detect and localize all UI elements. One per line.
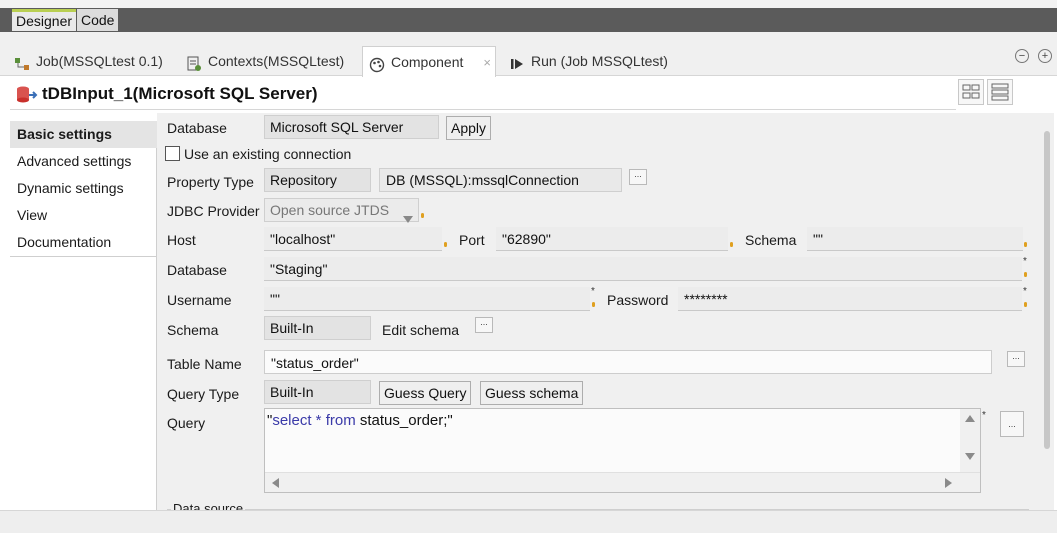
database-field[interactable]: "Staging" xyxy=(264,257,1022,281)
scroll-up-icon[interactable] xyxy=(965,415,975,422)
table-name-browse-button[interactable]: ... xyxy=(1007,351,1025,367)
required-marker: * xyxy=(982,410,986,421)
warning-marker-icon xyxy=(729,242,734,249)
tab-code[interactable]: Code xyxy=(77,9,119,31)
query-label: Query xyxy=(167,415,206,431)
warning-marker-icon xyxy=(591,302,596,309)
edit-schema-button[interactable]: ... xyxy=(475,317,493,333)
query-keyword-from: from xyxy=(325,412,356,429)
schema-label: Schema xyxy=(167,322,219,338)
query-edit-button[interactable]: ... xyxy=(1000,411,1024,437)
edit-schema-label: Edit schema xyxy=(382,322,460,338)
required-marker: * xyxy=(1023,256,1027,267)
repository-field[interactable]: DB (MSSQL):mssqlConnection xyxy=(379,168,622,192)
port-field[interactable]: "62890" xyxy=(496,227,728,251)
tab-run[interactable]: Run (Job MSSQLtest) xyxy=(503,46,674,76)
warning-marker-icon xyxy=(1023,302,1028,309)
data-source-group-label: Data source xyxy=(171,501,246,510)
menu-view[interactable]: View xyxy=(10,202,157,229)
palette-icon xyxy=(369,54,385,73)
basic-settings-form: Database Microsoft SQL Server Apply Use … xyxy=(157,113,1047,510)
table-name-label: Table Name xyxy=(167,356,242,372)
query-text: "select * from status_order;" xyxy=(267,412,453,429)
schema-db-field[interactable]: "" xyxy=(807,227,1023,251)
use-existing-connection-label: Use an existing connection xyxy=(184,146,352,162)
maximize-button[interactable]: + xyxy=(1038,49,1052,63)
schema-select[interactable]: Built-In xyxy=(264,316,371,340)
query-keyword-select: select xyxy=(272,412,312,429)
editor-tab-bar: Designer Code xyxy=(0,8,1057,32)
settings-vertical-scrollbar[interactable] xyxy=(1040,113,1054,510)
use-existing-connection-checkbox[interactable] xyxy=(165,146,180,161)
chevron-down-icon xyxy=(403,207,413,229)
status-bar xyxy=(0,510,1057,533)
scroll-down-icon[interactable] xyxy=(965,453,975,460)
query-editor[interactable]: "select * from status_order;" xyxy=(264,408,981,493)
menu-basic-settings[interactable]: Basic settings xyxy=(10,121,157,148)
tab-component[interactable]: Component × xyxy=(362,46,496,77)
scroll-right-icon[interactable] xyxy=(945,478,952,488)
username-label: Username xyxy=(167,292,232,308)
close-icon[interactable]: × xyxy=(483,49,491,77)
query-vertical-scrollbar[interactable] xyxy=(960,409,980,472)
component-title-bar: tDBInput_1(Microsoft SQL Server) xyxy=(10,80,956,110)
warning-marker-icon xyxy=(443,242,448,249)
menu-advanced-settings[interactable]: Advanced settings xyxy=(10,148,157,175)
database-type-label: Database xyxy=(167,120,227,136)
username-field[interactable]: "" xyxy=(264,287,590,311)
query-type-label: Query Type xyxy=(167,386,240,402)
vertical-layout-button[interactable] xyxy=(987,79,1013,105)
host-label: Host xyxy=(167,232,196,248)
tab-designer[interactable]: Designer xyxy=(12,9,77,31)
repository-browse-button[interactable]: ... xyxy=(629,169,647,185)
scroll-left-icon[interactable] xyxy=(272,478,279,488)
password-label: Password xyxy=(607,292,669,308)
password-field[interactable]: ******** xyxy=(678,287,1022,311)
port-label: Port xyxy=(459,232,485,248)
scrollbar-thumb[interactable] xyxy=(1044,131,1050,449)
menu-divider xyxy=(10,256,157,257)
database-label: Database xyxy=(167,262,227,278)
menu-documentation[interactable]: Documentation xyxy=(10,229,157,256)
jdbc-provider-select[interactable]: Open source JTDS xyxy=(264,198,419,223)
database-icon xyxy=(16,86,38,107)
guess-schema-button[interactable]: Guess schema xyxy=(480,381,584,405)
query-star: * xyxy=(311,412,326,429)
warning-marker-icon xyxy=(420,213,425,220)
table-name-field[interactable]: "status_order" xyxy=(264,350,992,374)
tab-contexts-label: Contexts(MSSQLtest) xyxy=(208,53,345,69)
minimize-button[interactable]: − xyxy=(1015,49,1029,63)
tab-contexts[interactable]: Contexts(MSSQLtest) xyxy=(180,46,350,76)
jdbc-provider-label: JDBC Provider xyxy=(167,203,260,219)
contexts-icon xyxy=(186,53,202,71)
run-icon xyxy=(509,53,525,69)
apply-button[interactable]: Apply xyxy=(446,116,492,140)
view-tab-bar: Job(MSSQLtest 0.1) Contexts(MSSQLtest) C… xyxy=(0,32,1057,77)
required-marker: * xyxy=(1023,286,1027,297)
settings-menu: Basic settings Advanced settings Dynamic… xyxy=(10,121,157,510)
database-type-select[interactable]: Microsoft SQL Server xyxy=(264,115,439,139)
job-icon xyxy=(14,53,30,70)
host-field[interactable]: "localhost" xyxy=(264,227,442,251)
property-type-select[interactable]: Repository xyxy=(264,168,371,192)
query-horizontal-scrollbar[interactable] xyxy=(265,472,980,492)
component-title: tDBInput_1(Microsoft SQL Server) xyxy=(42,84,318,103)
schema-db-label: Schema xyxy=(745,232,797,248)
tab-component-label: Component xyxy=(391,54,464,70)
tab-job[interactable]: Job(MSSQLtest 0.1) xyxy=(8,46,169,76)
required-marker: * xyxy=(591,286,595,297)
query-type-select[interactable]: Built-In xyxy=(264,380,371,404)
warning-marker-icon xyxy=(1023,272,1028,279)
horizontal-layout-button[interactable] xyxy=(958,79,984,105)
property-type-label: Property Type xyxy=(167,174,254,190)
tab-job-label: Job(MSSQLtest 0.1) xyxy=(36,53,163,69)
jdbc-provider-value: Open source JTDS xyxy=(270,202,390,218)
top-strip xyxy=(0,0,1057,8)
query-rest: status_order;" xyxy=(355,412,453,429)
menu-dynamic-settings[interactable]: Dynamic settings xyxy=(10,175,157,202)
tab-run-label: Run (Job MSSQLtest) xyxy=(531,53,668,69)
guess-query-button[interactable]: Guess Query xyxy=(379,381,472,405)
warning-marker-icon xyxy=(1023,242,1028,249)
